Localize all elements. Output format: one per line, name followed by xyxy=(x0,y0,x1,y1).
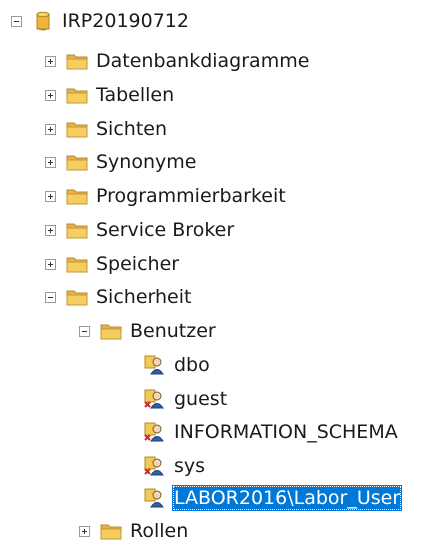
expand-toggle[interactable] xyxy=(45,55,56,67)
folder-label: Synonyme xyxy=(96,151,197,173)
collapse-toggle[interactable] xyxy=(79,325,90,337)
folder-icon xyxy=(66,152,88,172)
tree-node-programmierbarkeit[interactable]: Programmierbarkeit xyxy=(45,182,288,210)
disabled-user-icon xyxy=(144,422,166,442)
tree-node-benutzer[interactable]: Benutzer xyxy=(79,317,218,345)
folder-icon xyxy=(66,220,88,240)
disabled-user-icon xyxy=(144,389,166,409)
user-icon xyxy=(144,355,166,375)
expand-toggle[interactable] xyxy=(45,123,56,135)
folder-label: Programmierbarkeit xyxy=(96,185,286,207)
folder-label: Datenbankdiagramme xyxy=(96,50,310,72)
expand-toggle[interactable] xyxy=(45,190,56,202)
tree-node-tabellen[interactable]: Tabellen xyxy=(45,81,176,109)
folder-label: Sicherheit xyxy=(96,286,192,308)
tree-node-user-information-schema[interactable]: INFORMATION_SCHEMA xyxy=(144,418,400,446)
folder-icon xyxy=(66,287,88,307)
expand-toggle[interactable] xyxy=(45,258,56,270)
user-icon xyxy=(144,488,166,508)
folder-label: Speicher xyxy=(96,253,180,275)
object-explorer-tree: IRP20190712 Datenbankdiagramme Tabellen … xyxy=(0,0,434,542)
collapse-toggle[interactable] xyxy=(11,15,22,27)
database-icon xyxy=(32,11,54,31)
tree-node-synonyme[interactable]: Synonyme xyxy=(45,148,198,176)
folder-icon xyxy=(100,521,122,541)
tree-node-sicherheit[interactable]: Sicherheit xyxy=(45,283,193,311)
expand-toggle[interactable] xyxy=(45,156,56,168)
tree-node-user-sys[interactable]: sys xyxy=(144,452,207,480)
tree-node-user-dbo[interactable]: dbo xyxy=(144,351,212,379)
tree-node-database[interactable]: IRP20190712 xyxy=(11,7,191,35)
expand-toggle[interactable] xyxy=(79,525,90,537)
folder-label: Rollen xyxy=(130,520,189,542)
tree-node-user-labor-user[interactable]: LABOR2016\Labor_User xyxy=(144,484,403,512)
tree-node-datenbankdiagramme[interactable]: Datenbankdiagramme xyxy=(45,47,311,75)
tree-node-service-broker[interactable]: Service Broker xyxy=(45,216,236,244)
disabled-user-icon xyxy=(144,456,166,476)
folder-label: Service Broker xyxy=(96,219,235,241)
user-label: INFORMATION_SCHEMA xyxy=(174,421,398,443)
user-label: guest xyxy=(174,388,228,410)
folder-icon xyxy=(66,186,88,206)
folder-icon xyxy=(66,119,88,139)
folder-label: Benutzer xyxy=(130,320,216,342)
tree-node-speicher[interactable]: Speicher xyxy=(45,250,181,278)
selected-user-label[interactable]: LABOR2016\Labor_User xyxy=(172,485,403,511)
tree-node-user-guest[interactable]: guest xyxy=(144,385,229,413)
tree-node-sichten[interactable]: Sichten xyxy=(45,115,169,143)
folder-label: Tabellen xyxy=(96,84,175,106)
user-label: sys xyxy=(174,455,206,477)
folder-icon xyxy=(66,85,88,105)
folder-icon xyxy=(66,254,88,274)
folder-icon xyxy=(66,51,88,71)
expand-toggle[interactable] xyxy=(45,89,56,101)
collapse-toggle[interactable] xyxy=(45,291,56,303)
folder-icon xyxy=(100,321,122,341)
folder-label: Sichten xyxy=(96,118,168,140)
expand-toggle[interactable] xyxy=(45,224,56,236)
database-label: IRP20190712 xyxy=(62,10,189,32)
user-label: dbo xyxy=(174,354,210,376)
